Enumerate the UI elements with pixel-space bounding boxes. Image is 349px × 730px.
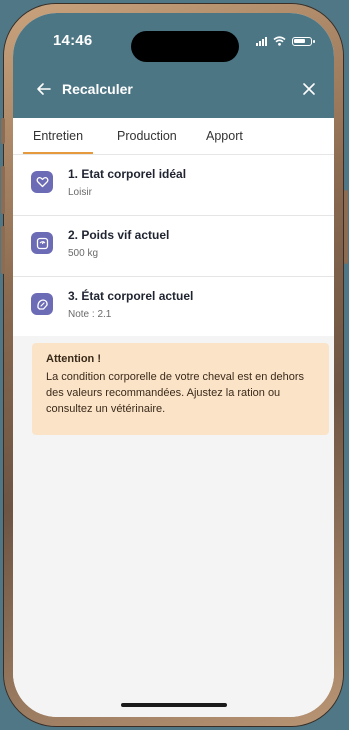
status-icons: [256, 36, 315, 46]
nav-bar: Recalculer: [13, 75, 334, 105]
back-arrow-icon[interactable]: [35, 80, 53, 98]
list-item-poids-vif[interactable]: 2. Poids vif actuel 500 kg: [13, 216, 334, 277]
list-item-etat-ideal[interactable]: 1. Etat corporel idéal Loisir: [13, 155, 334, 216]
action-button: [1, 118, 5, 144]
list-item-etat-actuel[interactable]: 3. État corporel actuel Note : 2.1: [13, 277, 334, 338]
active-tab-indicator: [23, 152, 93, 154]
power-button: [344, 190, 348, 264]
list-item-subtitle: Note : 2.1: [68, 309, 112, 320]
status-time: 14:46: [53, 32, 93, 49]
dynamic-island: [131, 31, 239, 62]
page-title: Recalculer: [62, 81, 133, 97]
warning-alert: Attention ! La condition corporelle de v…: [32, 343, 329, 435]
tab-bar: Entretien Production Apport: [13, 118, 334, 155]
wifi-icon: [273, 36, 286, 46]
screen: 14:46 Recalculer Entretien Production Ap…: [13, 13, 334, 717]
app-header: 14:46 Recalculer: [13, 13, 334, 118]
volume-down-button: [1, 226, 5, 274]
alert-message: La condition corporelle de votre cheval …: [46, 371, 305, 415]
heart-icon: [31, 171, 53, 193]
gauge-icon: [31, 293, 53, 315]
home-indicator[interactable]: [121, 703, 227, 707]
list-item-title: 1. Etat corporel idéal: [68, 167, 187, 181]
tab-production[interactable]: Production: [117, 129, 177, 143]
tab-apport[interactable]: Apport: [206, 129, 243, 143]
signal-icon: [256, 36, 267, 46]
battery-icon: [292, 36, 315, 46]
tab-entretien[interactable]: Entretien: [33, 129, 83, 143]
list-item-subtitle: 500 kg: [68, 248, 99, 259]
close-icon[interactable]: [300, 80, 318, 98]
list-item-title: 3. État corporel actuel: [68, 289, 194, 303]
scale-icon: [31, 232, 53, 254]
list-item-subtitle: Loisir: [68, 187, 92, 198]
volume-up-button: [1, 166, 5, 214]
alert-title: Attention !: [46, 353, 101, 365]
list-item-title: 2. Poids vif actuel: [68, 228, 170, 242]
